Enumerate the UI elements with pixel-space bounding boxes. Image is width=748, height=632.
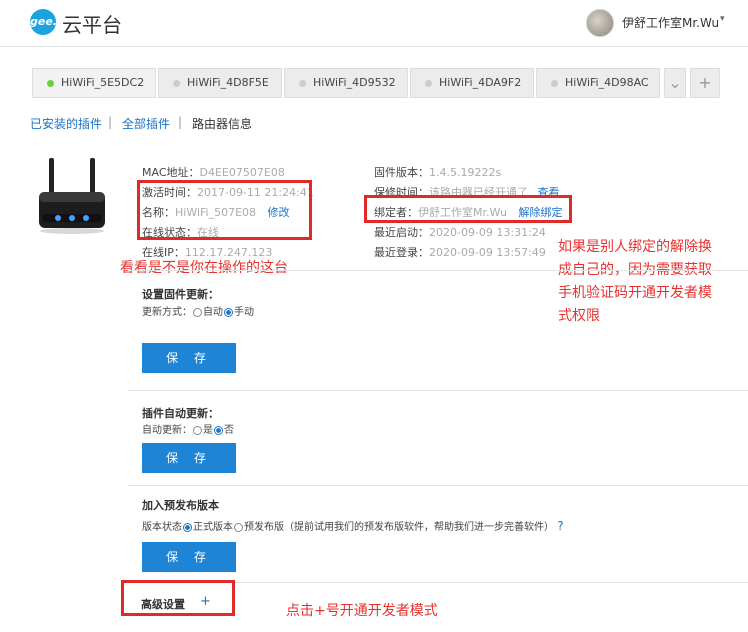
last-login-row: 最近登录：2020-09-09 13:57:49 xyxy=(374,244,546,260)
tab-label: HiWiFi_4D8F5E xyxy=(187,76,269,89)
status-dot-icon xyxy=(173,80,180,87)
radio-auto-label[interactable]: 自动 xyxy=(203,307,223,318)
router-device-icon xyxy=(39,158,105,234)
tab-router-1[interactable]: HiWiFi_5E5DC2 xyxy=(32,68,156,98)
prerelease-mode: 版本状态 正式版本 预发布版（提前试用我们的预发布版软件，帮助我们进一步完善软件） … xyxy=(142,518,564,533)
annotation-check-router: 看看是不是你在操作的这台 xyxy=(120,260,288,276)
radio-prerelease[interactable] xyxy=(234,522,243,532)
tab-label: HiWiFi_4DA9F2 xyxy=(439,76,522,89)
last-login-label: 最近登录： xyxy=(374,246,429,259)
tab-label: HiWiFi_4D9532 xyxy=(313,76,396,89)
status-dot-icon xyxy=(299,80,306,87)
mac-value: D4EE07507E08 xyxy=(199,166,285,179)
radio-no-label[interactable]: 否 xyxy=(224,425,234,436)
user-name[interactable]: 伊舒工作室Mr.Wu xyxy=(622,14,719,31)
tabs-more-chevron-icon[interactable]: ⌄ xyxy=(664,68,686,98)
user-menu-caret-icon[interactable]: ▾ xyxy=(720,14,725,24)
radio-manual[interactable] xyxy=(224,307,233,317)
help-icon[interactable]: ? xyxy=(557,519,563,533)
tab-label: HiWiFi_4D98AC xyxy=(565,76,649,89)
plugin-update-mode: 自动更新： 是否 xyxy=(142,421,234,436)
highlight-unbind-box xyxy=(364,195,572,223)
firmware-label: 固件版本： xyxy=(374,166,429,179)
brand-title[interactable]: 云平台 xyxy=(62,9,122,38)
plugin-save-button[interactable]: 保 存 xyxy=(142,443,236,473)
prerelease-save-button[interactable]: 保 存 xyxy=(142,542,236,572)
firmware-row: 固件版本：1.4.5.19222s xyxy=(374,164,501,180)
radio-yes[interactable] xyxy=(193,425,202,435)
add-router-plus-icon[interactable]: + xyxy=(690,68,720,98)
annotation-unbind-line3: 手机验证码开通开发者模 xyxy=(558,285,712,301)
radio-prerelease-label[interactable]: 预发布版（提前试用我们的预发布版软件，帮助我们进一步完善软件） xyxy=(244,522,554,533)
nav-all-plugins[interactable]: 全部插件 xyxy=(122,115,170,132)
last-boot-value: 2020-09-09 13:31:24 xyxy=(429,226,546,239)
radio-manual-label[interactable]: 手动 xyxy=(234,307,254,318)
annotation-click-plus: 点击+号开通开发者模式 xyxy=(286,603,438,619)
mac-row: MAC地址：D4EE07507E08 xyxy=(142,164,285,180)
tab-router-3[interactable]: HiWiFi_4D9532 xyxy=(284,68,408,98)
highlight-router-box xyxy=(137,180,312,240)
radio-yes-label[interactable]: 是 xyxy=(203,425,213,436)
radio-official[interactable] xyxy=(183,522,192,532)
last-login-value: 2020-09-09 13:57:49 xyxy=(429,246,546,259)
firmware-update-title: 设置固件更新： xyxy=(142,288,219,301)
status-dot-icon xyxy=(425,80,432,87)
nav-separator: | xyxy=(178,115,183,129)
last-boot-label: 最近启动： xyxy=(374,226,429,239)
tab-label: HiWiFi_5E5DC2 xyxy=(61,76,145,89)
annotation-unbind-line1: 如果是别人绑定的解除换 xyxy=(558,239,712,255)
tab-router-5[interactable]: HiWiFi_4D98AC xyxy=(536,68,660,98)
plugin-update-title: 插件自动更新： xyxy=(142,407,219,420)
firmware-value: 1.4.5.19222s xyxy=(429,166,502,179)
mac-label: MAC地址： xyxy=(142,166,200,179)
prerelease-state-label: 版本状态 xyxy=(142,522,182,533)
gee-logo-icon[interactable]: gee. xyxy=(30,9,57,35)
radio-auto[interactable] xyxy=(193,307,202,317)
radio-official-label[interactable]: 正式版本 xyxy=(193,522,233,533)
nav-separator: | xyxy=(108,115,113,129)
status-dot-icon xyxy=(47,80,54,87)
firmware-save-button[interactable]: 保 存 xyxy=(142,343,236,373)
divider xyxy=(128,270,748,271)
annotation-unbind-line2: 成自己的，因为需要获取 xyxy=(558,262,712,278)
firmware-mode-label: 更新方式： xyxy=(142,307,192,318)
firmware-update-mode: 更新方式： 自动 手动 xyxy=(142,303,254,318)
tab-router-4[interactable]: HiWiFi_4DA9F2 xyxy=(410,68,534,98)
highlight-advanced-box xyxy=(121,580,235,616)
radio-no[interactable] xyxy=(214,425,223,435)
user-avatar[interactable] xyxy=(586,9,614,37)
prerelease-title: 加入预发布版本 xyxy=(142,499,219,512)
nav-installed-plugins[interactable]: 已安装的插件 xyxy=(30,115,102,132)
status-dot-icon xyxy=(551,80,558,87)
plugin-mode-label: 自动更新： xyxy=(142,425,192,436)
annotation-unbind-line4: 式权限 xyxy=(558,308,600,324)
divider xyxy=(128,390,748,391)
last-boot-row: 最近启动：2020-09-09 13:31:24 xyxy=(374,224,546,240)
divider xyxy=(128,485,748,486)
nav-router-info[interactable]: 路由器信息 xyxy=(192,115,252,132)
tab-router-2[interactable]: HiWiFi_4D8F5E xyxy=(158,68,282,98)
